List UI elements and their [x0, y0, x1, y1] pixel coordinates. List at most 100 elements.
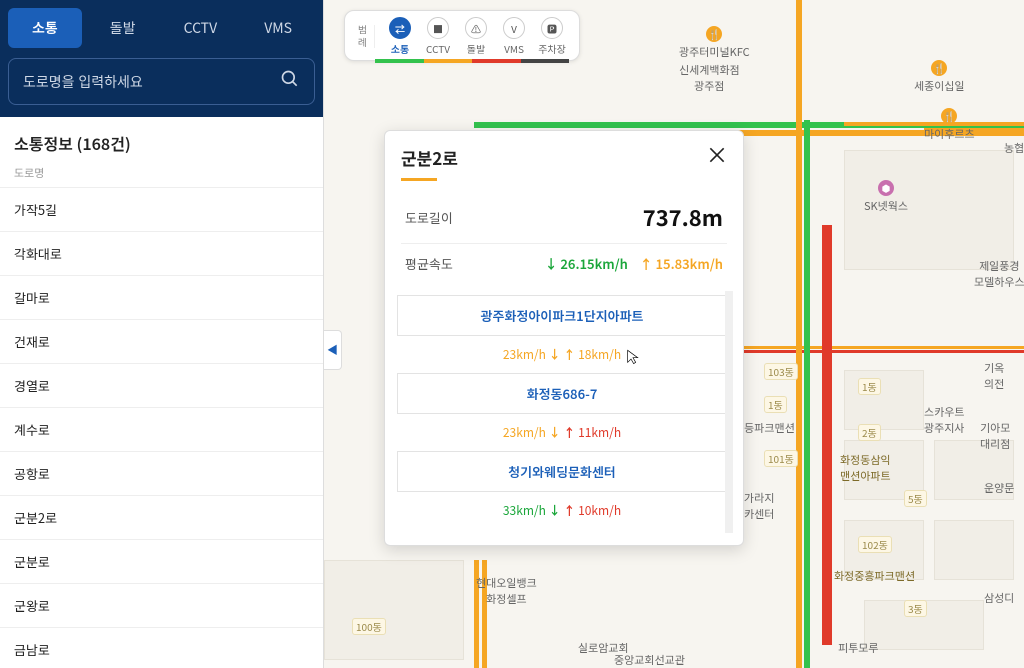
arrow-up-icon: ↑: [640, 254, 653, 273]
list-item[interactable]: 각화대로: [0, 232, 323, 276]
tab-vms[interactable]: VMS: [241, 8, 315, 48]
shop-icon: ⬢: [878, 180, 894, 196]
apt-number: 103동: [764, 363, 798, 380]
sidebar: 소통 돌발 CCTV VMS 소통정보 (168건) 도로명 가작5길 각화대로…: [0, 0, 324, 668]
apartment-name: 화정동삼익 맨션아파트: [840, 452, 891, 484]
traffic-icon: ⇄: [389, 17, 411, 39]
length-label: 도로길이: [405, 208, 453, 227]
legend-label: 범 례: [355, 25, 375, 47]
apt-number: 5동: [904, 490, 927, 507]
poi-label: 중앙교회선교관: [614, 652, 685, 668]
seg-down-speed: 33km/h: [503, 502, 546, 519]
avgspeed-up: 15.83km/h: [655, 254, 723, 273]
poi-label: 기옥 의전: [984, 360, 1004, 392]
tab-incident[interactable]: 돌발: [86, 8, 160, 48]
tool-traffic[interactable]: ⇄ 소통: [383, 17, 417, 56]
close-icon[interactable]: [707, 145, 727, 170]
panel-collapse-handle[interactable]: ◀: [324, 330, 342, 370]
list-item[interactable]: 군분2로: [0, 496, 323, 540]
sidebar-header: 소통 돌발 CCTV VMS: [0, 0, 323, 117]
seg-up-speed: 10km/h: [578, 502, 621, 519]
length-value: 737.8m: [643, 201, 723, 233]
tool-label: 돌발: [467, 41, 485, 56]
search-box[interactable]: [8, 58, 315, 105]
arrow-up-icon: ↑: [563, 346, 575, 363]
list-item[interactable]: 갈마로: [0, 276, 323, 320]
seg-down-speed: 23km/h: [503, 346, 546, 363]
list-column-header: 도로명: [0, 161, 323, 188]
poi-label: 운양문: [984, 480, 1014, 496]
food-icon: 🍴: [706, 26, 722, 42]
poi-label: 농협: [1004, 140, 1024, 156]
list-item[interactable]: 건재로: [0, 320, 323, 364]
arrow-up-icon: ↑: [563, 502, 575, 519]
tool-label: 소통: [391, 41, 409, 56]
poi-label: 스카우트 광주지사: [924, 404, 964, 436]
apt-number: 102동: [858, 536, 892, 553]
tool-label: VMS: [504, 41, 524, 56]
popup-title: 군분2로: [401, 145, 458, 170]
apt-number: 100동: [352, 618, 386, 635]
seg-up-speed: 18km/h: [578, 346, 621, 363]
poi-label: SK넷웍스: [864, 198, 908, 214]
segment-list[interactable]: 광주화정아이파크1단지아파트 23km/h ↓ ↑ 18km/h 화정동686-…: [395, 291, 733, 533]
tool-label: CCTV: [426, 41, 450, 56]
segment-name[interactable]: 화정동686-7: [397, 373, 727, 414]
speed-legend: [375, 59, 569, 63]
map[interactable]: 🍴 광주터미널KFC 신세계백화점 광주점 🍴 세종이십일 🍴 마이후르츠 ⬢ SK넷웍…: [324, 0, 1024, 668]
road-info-popup: 군분2로 도로길이 737.8m 평균속도 ↓ 26.15km/h: [384, 130, 744, 546]
seg-up-speed: 11km/h: [578, 424, 621, 441]
tool-parking[interactable]: 🅿 주차장: [535, 17, 569, 56]
avgspeed-down: 26.15km/h: [560, 254, 628, 273]
tab-cctv[interactable]: CCTV: [164, 8, 238, 48]
tool-label: 주차장: [538, 41, 566, 56]
food-icon: 🍴: [931, 60, 947, 76]
warn-icon: ⚠: [465, 17, 487, 39]
arrow-down-icon: ↓: [549, 502, 561, 519]
list-item[interactable]: 가작5길: [0, 188, 323, 232]
poi-label: 광주터미널KFC: [679, 44, 750, 60]
apartment-name: 화정중흥파크맨션: [834, 568, 915, 584]
apt-number: 1동: [858, 378, 881, 395]
list-item[interactable]: 금남로: [0, 628, 323, 668]
arrow-up-icon: ↑: [563, 424, 575, 441]
food-icon: 🍴: [941, 108, 957, 124]
poi-label: 피투모루: [838, 640, 878, 656]
search-input[interactable]: [23, 74, 280, 90]
segment-name[interactable]: 광주화정아이파크1단지아파트: [397, 295, 727, 336]
apt-number: 101동: [764, 450, 798, 467]
segment-name[interactable]: 청기와웨딩문화센터: [397, 451, 727, 492]
map-toolbar: 범 례 ⇄ 소통 ■ CCTV ⚠ 돌발 V VMS 🅿 주차장: [344, 10, 580, 61]
list-item[interactable]: 공항로: [0, 452, 323, 496]
poi-label: 세종이십일: [914, 78, 965, 94]
list-item[interactable]: 경열로: [0, 364, 323, 408]
poi-label: 삼성디: [984, 590, 1014, 606]
arrow-down-icon: ↓: [549, 346, 561, 363]
tab-traffic[interactable]: 소통: [8, 8, 82, 48]
seg-down-speed: 23km/h: [503, 424, 546, 441]
tool-cctv[interactable]: ■ CCTV: [421, 17, 455, 56]
cctv-icon: ■: [427, 17, 449, 39]
list-title: 소통정보 (168건): [0, 117, 323, 161]
tool-vms[interactable]: V VMS: [497, 17, 531, 56]
arrow-down-icon: ↓: [549, 424, 561, 441]
poi-label: 현대오일뱅크 화정셀프: [476, 575, 537, 607]
poi-label: 제일풍경 모델하우스: [974, 258, 1024, 290]
apt-number: 1동: [764, 396, 787, 413]
scrollbar[interactable]: [725, 291, 733, 533]
avgspeed-label: 평균속도: [405, 254, 453, 273]
apt-number: 2동: [858, 424, 881, 441]
sidebar-tabs: 소통 돌발 CCTV VMS: [8, 8, 315, 48]
tool-incident[interactable]: ⚠ 돌발: [459, 17, 493, 56]
list-item[interactable]: 계수로: [0, 408, 323, 452]
list-item[interactable]: 군왕로: [0, 584, 323, 628]
search-icon[interactable]: [280, 69, 300, 94]
parking-icon: 🅿: [541, 17, 563, 39]
vms-icon: V: [503, 17, 525, 39]
poi-label: 신세계백화점 광주점: [679, 62, 740, 94]
road-list[interactable]: 가작5길 각화대로 갈마로 건재로 경열로 계수로 공항로 군분2로 군분로 군…: [0, 188, 323, 668]
arrow-down-icon: ↓: [544, 254, 557, 273]
poi-label: 마이후르츠: [924, 126, 975, 142]
apt-number: 3동: [904, 600, 927, 617]
list-item[interactable]: 군분로: [0, 540, 323, 584]
